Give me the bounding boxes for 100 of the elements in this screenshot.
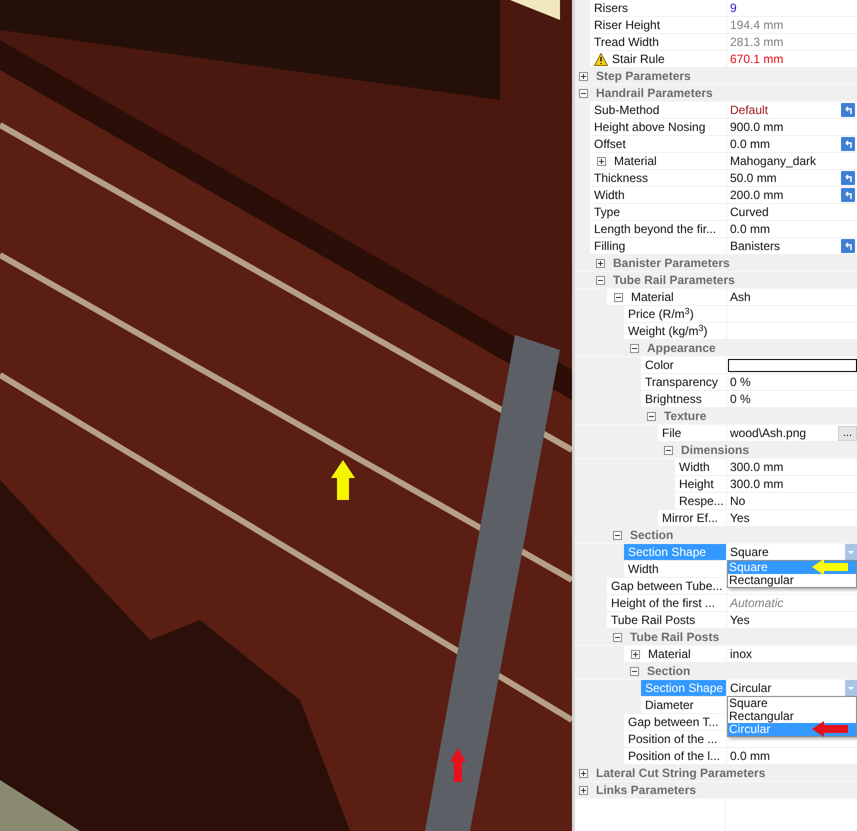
expand-icon[interactable] [579,72,588,80]
property-value: 0.0 mm [729,221,772,238]
category-row[interactable]: Section [575,527,857,544]
property-value: 0 % [729,391,752,408]
property-value: 0.0 mm [729,136,772,153]
property-value: Ash [729,289,752,306]
collapse-icon[interactable] [630,666,639,676]
property-label[interactable]: Width [590,187,726,203]
property-label[interactable]: Position of the ... [624,731,726,747]
property-value: Curved [729,204,770,221]
reset-icon[interactable] [841,188,855,202]
property-value: Mahogany_dark [729,153,818,170]
reset-icon[interactable] [841,137,855,151]
expand-icon[interactable] [596,258,605,268]
property-value: 0.0 mm [729,748,772,765]
property-label[interactable]: File [658,425,726,441]
property-value: 300.0 mm [729,476,784,493]
group-label: Step Parameters [596,68,691,85]
collapse-icon[interactable] [614,292,623,302]
group-label: Tube Rail Parameters [613,272,735,289]
collapse-icon[interactable] [664,446,673,454]
collapse-icon[interactable] [579,88,588,98]
expand-icon[interactable] [631,650,640,658]
property-label[interactable]: Material [640,646,726,662]
category-row[interactable]: Dimensions [575,442,857,459]
property-label[interactable]: Width [675,459,726,475]
property-label[interactable]: Brightness [641,391,726,407]
collapse-icon[interactable] [596,276,605,284]
property-value: No [729,493,746,510]
category-row[interactable]: Lateral Cut String Parameters [575,765,857,782]
property-label[interactable]: Tube Rail Posts [607,612,726,628]
property-value: inox [729,646,754,663]
collapse-icon[interactable] [630,344,639,352]
group-label: Appearance [647,340,716,357]
collapse-icon[interactable] [647,412,656,420]
property-label[interactable]: Weight (kg/m$^{3}$) [624,323,726,339]
collapse-icon[interactable] [613,632,622,642]
reset-icon[interactable] [841,103,855,117]
property-label[interactable]: Offset [590,136,726,152]
category-row[interactable]: Banister Parameters [575,255,857,272]
category-row[interactable]: Texture [575,408,857,425]
property-label[interactable]: Filling [590,238,726,254]
category-row[interactable]: Handrail Parameters [575,85,857,102]
property-value: 670.1 mm [729,51,784,68]
property-label[interactable]: Gap between Tube... [607,578,726,594]
property-label[interactable]: Height above Nosing [590,119,726,135]
property-value: Square [729,544,770,561]
property-value: Banisters [729,238,782,255]
property-value: 50.0 mm [729,170,778,187]
category-row[interactable]: Appearance [575,340,857,357]
category-row[interactable]: Tube Rail Parameters [575,272,857,289]
property-label[interactable]: Thickness [590,170,726,186]
property-label[interactable]: Tread Width [590,34,726,50]
dropdown-option[interactable]: Square [728,697,856,710]
category-row[interactable]: Links Parameters [575,782,857,799]
reset-icon[interactable] [841,171,855,185]
property-label[interactable]: Mirror Ef... [658,510,726,526]
color-swatch[interactable] [728,358,857,372]
property-label[interactable]: Material [623,289,726,305]
group-label: Banister Parameters [613,255,730,272]
category-row[interactable]: Section [575,663,857,680]
dropdown-option[interactable]: Rectangular [728,574,856,587]
property-label[interactable]: Height [675,476,726,492]
category-row[interactable]: Tube Rail Posts [575,629,857,646]
expand-icon[interactable] [597,156,606,166]
property-value: Yes [729,612,751,629]
property-label[interactable]: Gap between T... [624,714,726,730]
property-value: 200.0 mm [729,187,784,204]
expand-icon[interactable] [579,786,588,794]
group-label: Tube Rail Posts [630,629,720,646]
property-value: 281.3 mm [729,34,784,51]
property-value: 300.0 mm [729,459,784,476]
property-label[interactable]: Risers [590,0,726,16]
collapse-icon[interactable] [613,530,622,540]
property-label[interactable]: Sub-Method [590,102,726,118]
group-label: Handrail Parameters [596,85,713,102]
browse-button[interactable]: ... [838,426,857,440]
dropdown-option[interactable]: Rectangular [728,710,856,723]
property-label[interactable]: Riser Height [590,17,726,33]
property-value: 194.4 mm [729,17,784,34]
property-label[interactable]: Respe... [675,493,726,509]
property-label[interactable]: Length beyond the fir... [590,221,726,237]
group-label: Dimensions [681,442,750,459]
property-label[interactable]: Transparency [641,374,726,390]
property-label[interactable]: Diameter [641,697,726,713]
property-value: 0 % [729,374,752,391]
category-row[interactable]: Step Parameters [575,68,857,85]
property-label[interactable]: Width [624,561,726,577]
property-label[interactable]: Type [590,204,726,220]
property-label[interactable]: Position of the l... [624,748,726,764]
property-label[interactable]: Material [606,153,726,169]
property-value: Default [729,102,770,119]
property-label[interactable]: Height of the first ... [607,595,726,611]
property-label[interactable]: Price (R/m$^{3}$) [624,306,726,322]
property-value: Circular [729,680,772,697]
group-label: Texture [664,408,706,425]
reset-icon[interactable] [841,239,855,253]
property-label[interactable]: Stair Rule [590,51,726,67]
property-value: Automatic [728,595,784,612]
expand-icon[interactable] [579,768,588,778]
